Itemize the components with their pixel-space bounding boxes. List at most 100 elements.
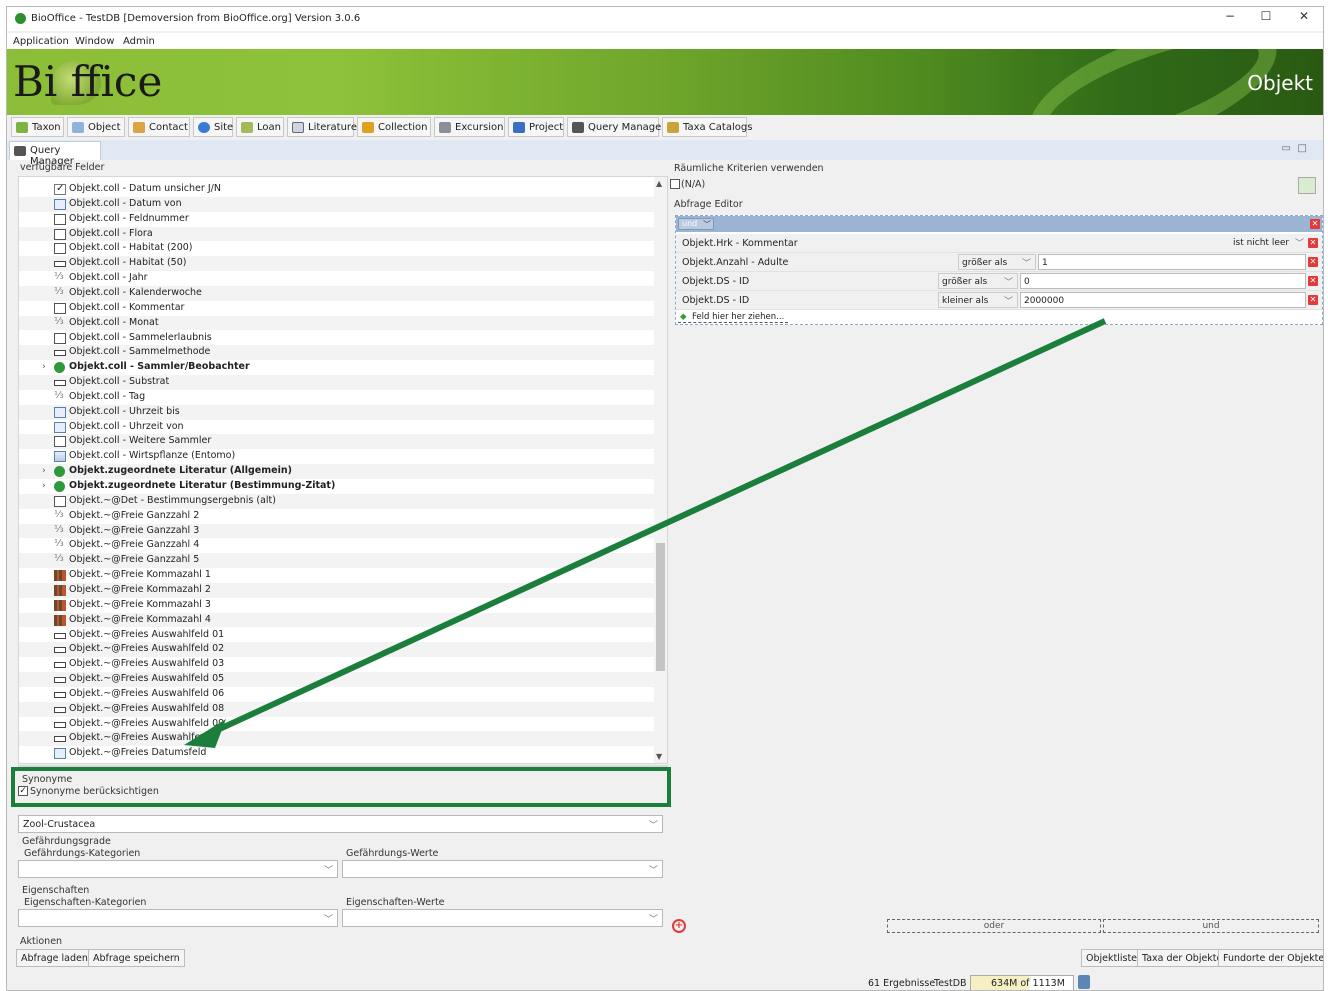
field-tree-item[interactable]: Objekt.coll - Sammelmethode (19, 345, 655, 361)
delete-criterion-icon[interactable]: ✕ (1308, 238, 1318, 248)
field-tree-item[interactable]: Objekt.~@Freies Auswahlfe (19, 731, 655, 747)
logical-operator-select[interactable]: und ﹀ (678, 218, 714, 230)
field-tree-item[interactable]: Objekt.coll - Flora (19, 226, 655, 242)
toolbar-object-button[interactable]: Object (67, 117, 125, 137)
tree-scrollbar[interactable]: ▲ ▼ (654, 177, 667, 763)
menu-application[interactable]: Application (13, 36, 69, 47)
field-tree-item[interactable]: Objekt.coll - Kommentar (19, 301, 655, 316)
toolbar-loan-button[interactable]: Loan (236, 117, 284, 137)
field-tree-item[interactable]: Objekt.coll - Substrat (19, 375, 655, 390)
eigenschaften-werte-select[interactable]: ﹀ (342, 909, 663, 927)
toolbar-taxon-button[interactable]: Taxon (11, 117, 64, 137)
field-tree-item[interactable]: Objekt.coll - Feldnummer (19, 212, 655, 227)
und-drop-zone[interactable]: und (1103, 919, 1319, 933)
toolbar-taxa-catalogs-button[interactable]: Taxa Catalogs (662, 117, 752, 137)
field-tree-item[interactable]: Objekt.coll - Datum von (19, 196, 655, 212)
scroll-up-icon[interactable]: ▲ (656, 179, 662, 188)
object-list-button[interactable]: Objektliste (1081, 949, 1143, 967)
delete-criterion-icon[interactable]: ✕ (1308, 257, 1318, 267)
field-tree-item[interactable]: Objekt.~@Freies Auswahlfeld 01 (19, 628, 655, 643)
menu-admin[interactable]: Admin (123, 36, 155, 47)
maximize-view-icon[interactable]: □ (1298, 143, 1307, 154)
menu-window[interactable]: Window (75, 36, 114, 47)
load-query-button[interactable]: Abfrage laden (16, 949, 93, 967)
scrollbar-thumb[interactable] (656, 543, 665, 671)
criterion-operator-select[interactable]: größer als ﹀ (938, 273, 1018, 289)
field-tree-item[interactable]: Objekt.~@Freie Kommazahl 2 (19, 582, 655, 598)
field-tree-item[interactable]: Objekt.coll - Sammelerlaubnis (19, 331, 655, 346)
gefaehrdung-werte-select[interactable]: ﹀ (342, 860, 663, 878)
save-query-button[interactable]: Abfrage speichern (88, 949, 185, 967)
oder-drop-zone[interactable]: oder (887, 919, 1101, 933)
map-icon[interactable] (1298, 177, 1316, 194)
criterion-operator-select[interactable]: kleiner als ﹀ (938, 292, 1018, 308)
toolbar-excursion-button[interactable]: Excursion (434, 117, 505, 137)
toolbar-contact-button[interactable]: Contact (128, 117, 190, 137)
field-tree-item[interactable]: Objekt.~@Freies Datumsfeld (19, 746, 655, 761)
criterion-operator-select[interactable]: ist nicht leer ﹀ (1230, 235, 1308, 251)
field-tree-item[interactable]: Objekt.coll - Kalenderwoche (19, 285, 655, 301)
toolbar-literature-button[interactable]: Literature (287, 117, 357, 137)
field-tree-item[interactable]: Objekt.~@Freie Ganzzahl 4 (19, 537, 655, 553)
field-tree-item[interactable]: Objekt.~@Freie Kommazahl 1 (19, 568, 655, 583)
eigenschaften-kategorien-select[interactable]: ﹀ (18, 909, 338, 927)
field-tree-item[interactable]: Objekt.~@Freie Ganzzahl 2 (19, 508, 655, 524)
field-tree-item[interactable]: Objekt.~@Freies Auswahlfeld 02 (19, 642, 655, 658)
spatial-criteria-checkbox[interactable] (670, 179, 680, 189)
toolbar-query-manager-button[interactable]: Query Manager (567, 117, 665, 137)
trash-icon[interactable] (1078, 975, 1090, 989)
criterion-operator-select[interactable]: größer als ﹀ (958, 254, 1036, 270)
field-tree-item[interactable]: Objekt.~@Freies Auswahlfeld 03 (19, 657, 655, 672)
toolbar-collection-button[interactable]: Collection (357, 117, 431, 137)
delete-criterion-icon[interactable]: ✕ (1308, 295, 1318, 305)
expand-icon[interactable]: › (42, 360, 46, 375)
field-tree-item[interactable]: Objekt.coll - Weitere Sammler (19, 434, 655, 450)
field-tree-item[interactable]: Objekt.coll - Wirtspflanze (Entomo) (19, 449, 655, 464)
criterion-value-input[interactable]: 2000000 (1020, 292, 1306, 308)
field-label: Objekt.~@Freie Kommazahl 4 (69, 613, 211, 625)
expand-icon[interactable]: › (42, 479, 46, 494)
number-field-icon (54, 270, 66, 285)
field-tree-item[interactable]: › Objekt.zugeordnete Literatur (Allgemein… (19, 464, 655, 479)
field-tree-item[interactable]: Objekt.~@Freies Auswahlfeld 09 (19, 717, 655, 732)
field-tree-item[interactable]: › Objekt.coll - Sammler/Beobachter (19, 360, 655, 375)
taxa-catalog-select[interactable]: Zool-Crustacea ﹀ (18, 815, 663, 833)
field-tree-item[interactable]: › Objekt.zugeordnete Literatur (Bestimmun… (19, 479, 655, 494)
tab-query-manager[interactable]: Query Manager (9, 141, 101, 167)
field-tree-item[interactable]: Objekt.~@Freies Auswahlfeld 05 (19, 672, 655, 687)
maximize-button[interactable]: ☐ (1251, 9, 1281, 23)
field-tree-item[interactable]: Objekt.coll - Datum unsicher J/N (19, 182, 655, 197)
minimize-button[interactable]: − (1215, 9, 1245, 23)
minimize-view-icon[interactable]: ▭ (1282, 143, 1291, 154)
field-tree-item[interactable]: Objekt.coll - Uhrzeit bis (19, 404, 655, 420)
field-tree-item[interactable]: Objekt.coll - Jahr (19, 270, 655, 286)
scroll-down-icon[interactable]: ▼ (656, 752, 662, 761)
field-tree-item[interactable]: Objekt.~@Freie Ganzzahl 3 (19, 523, 655, 539)
field-tree-item[interactable]: Objekt.~@Freies Auswahlfeld 06 (19, 687, 655, 702)
drop-zone[interactable]: ◆ Feld hier her ziehen... (678, 312, 788, 323)
sites-of-objects-button[interactable]: Fundorte der Objekte (1218, 949, 1323, 967)
toolbar-project-button[interactable]: Project (508, 117, 564, 137)
available-fields-tree[interactable]: ▲ ▼ Objekt.coll - Datum unsicher J/N Obje… (18, 176, 668, 764)
close-button[interactable]: ✕ (1289, 9, 1319, 23)
field-tree-item[interactable]: Objekt.coll - Uhrzeit von (19, 420, 655, 435)
field-tree-item[interactable]: Objekt.coll - Monat (19, 315, 655, 331)
field-tree-item[interactable]: Objekt.coll - Habitat (200) (19, 241, 655, 256)
criterion-value-input[interactable]: 1 (1038, 254, 1306, 270)
field-tree-item[interactable]: Objekt.~@Freie Kommazahl 3 (19, 598, 655, 613)
delete-group-icon[interactable]: ✕ (1310, 219, 1320, 229)
field-tree-item[interactable]: Objekt.~@Freie Ganzzahl 5 (19, 552, 655, 569)
add-criterion-icon[interactable]: + (672, 919, 686, 933)
toolbar-site-button[interactable]: Site (193, 117, 233, 137)
field-tree-item[interactable]: Objekt.coll - Tag (19, 389, 655, 405)
field-tree-item[interactable]: Objekt.~@Freies Auswahlfeld 08 (19, 701, 655, 717)
criterion-value-input[interactable]: 0 (1020, 273, 1306, 289)
gefaehrdung-kategorien-select[interactable]: ﹀ (18, 860, 338, 878)
field-tree-item[interactable]: Objekt.~@Freie Kommazahl 4 (19, 612, 655, 628)
expand-icon[interactable]: › (42, 464, 46, 479)
spatial-criteria-label: Räumliche Kriterien verwenden (674, 163, 824, 174)
field-tree-item[interactable]: Objekt.~@Det - Bestimmungsergebnis (alt) (19, 493, 655, 509)
field-tree-item[interactable]: Objekt.coll - Habitat (50) (19, 256, 655, 272)
taxa-of-objects-button[interactable]: Taxa der Objekte (1137, 949, 1228, 967)
delete-criterion-icon[interactable]: ✕ (1308, 276, 1318, 286)
